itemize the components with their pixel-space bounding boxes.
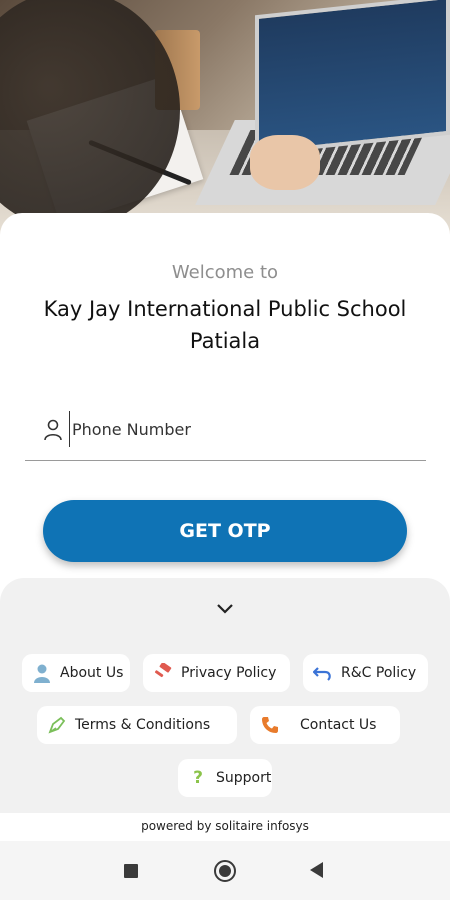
hand — [250, 135, 320, 190]
privacy-policy-label: Privacy Policy — [181, 665, 277, 681]
chevron-down-icon[interactable] — [215, 598, 235, 618]
person-icon — [34, 664, 50, 683]
user-icon — [44, 419, 62, 441]
support-label: Support — [216, 770, 272, 786]
rc-policy-label: R&C Policy — [341, 665, 417, 681]
laptop-screen — [255, 0, 450, 156]
phone-field[interactable] — [25, 405, 426, 461]
recents-button[interactable] — [124, 864, 138, 878]
terms-conditions-label: Terms & Conditions — [75, 717, 211, 733]
question-icon: ? — [193, 768, 203, 788]
contact-us-button[interactable]: Contact Us — [250, 706, 400, 744]
support-button[interactable]: ? Support — [178, 759, 272, 797]
undo-icon — [313, 667, 331, 681]
privacy-policy-button[interactable]: Privacy Policy — [143, 654, 290, 692]
about-us-button[interactable]: About Us — [22, 654, 130, 692]
welcome-text: Welcome to — [171, 262, 279, 283]
home-button[interactable] — [214, 860, 236, 882]
pen-icon — [48, 716, 66, 734]
get-otp-button[interactable]: GET OTP — [43, 500, 407, 562]
phone-icon — [262, 717, 278, 733]
gavel-icon — [154, 663, 172, 678]
school-name: Kay Jay International Public School Pati… — [43, 297, 407, 353]
powered-by-text: powered by solitaire infosys — [0, 813, 450, 841]
hero-image — [0, 0, 450, 235]
terms-conditions-button[interactable]: Terms & Conditions — [37, 706, 237, 744]
back-button[interactable] — [310, 862, 323, 878]
rc-policy-button[interactable]: R&C Policy — [303, 654, 428, 692]
contact-us-label: Contact Us — [300, 717, 377, 733]
phone-input[interactable] — [69, 411, 412, 447]
about-us-label: About Us — [60, 665, 124, 681]
